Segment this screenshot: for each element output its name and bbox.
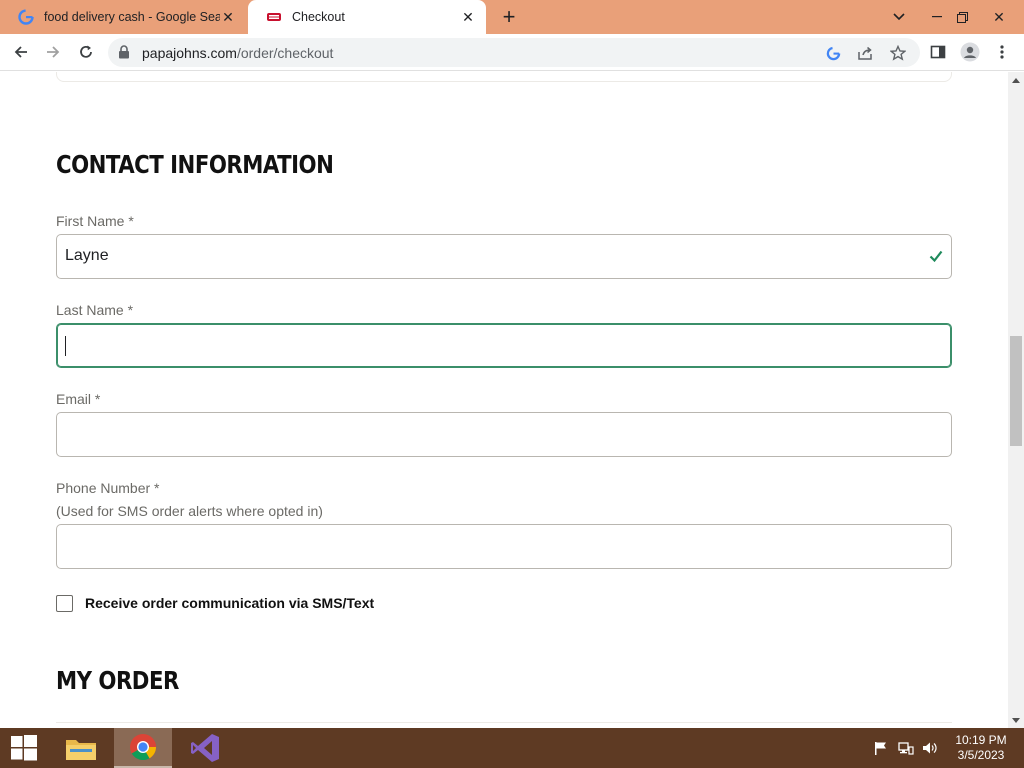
first-name-field[interactable]: Layne xyxy=(56,234,952,279)
tab-checkout[interactable]: Checkout ✕ xyxy=(248,0,486,34)
scroll-down-arrow-icon[interactable] xyxy=(1008,712,1024,728)
back-arrow-icon[interactable] xyxy=(9,40,33,64)
kebab-menu-icon[interactable] xyxy=(990,40,1014,64)
url-text: papajohns.com/order/checkout xyxy=(142,45,334,61)
volume-speaker-icon[interactable] xyxy=(921,728,939,768)
windows-start-icon[interactable] xyxy=(0,728,48,768)
network-icon[interactable] xyxy=(897,728,915,768)
address-bar[interactable]: papajohns.com/order/checkout xyxy=(108,38,920,67)
browser-tab-strip: food delivery cash - Google Sear ✕ Check… xyxy=(0,0,1024,34)
file-explorer-icon[interactable] xyxy=(57,728,105,768)
phone-number-sublabel: (Used for SMS order alerts where opted i… xyxy=(56,503,323,519)
previous-section-card xyxy=(56,72,952,82)
scroll-up-arrow-icon[interactable] xyxy=(1008,72,1024,88)
forward-arrow-icon[interactable] xyxy=(41,40,65,64)
action-center-flag-icon[interactable] xyxy=(872,728,890,768)
visual-studio-icon[interactable] xyxy=(180,728,230,768)
last-name-label: Last Name * xyxy=(56,302,134,318)
tab-google-search[interactable]: food delivery cash - Google Sear ✕ xyxy=(0,0,246,34)
email-field[interactable] xyxy=(56,412,952,457)
bookmark-star-icon[interactable] xyxy=(889,44,907,62)
close-tab-icon[interactable]: ✕ xyxy=(220,9,236,25)
page-scrollbar[interactable] xyxy=(1008,72,1024,728)
checkmark-icon xyxy=(929,249,943,263)
last-name-field[interactable] xyxy=(56,323,952,368)
lock-icon[interactable] xyxy=(118,45,132,59)
papa-johns-icon xyxy=(266,9,282,25)
tab-title: food delivery cash - Google Sear xyxy=(44,10,220,24)
sms-optin-label[interactable]: Receive order communication via SMS/Text xyxy=(85,595,374,611)
clock-date: 3/5/2023 xyxy=(957,748,1005,762)
google-lens-g-icon[interactable] xyxy=(824,44,842,62)
restore-icon[interactable] xyxy=(946,0,978,34)
scrollbar-thumb[interactable] xyxy=(1010,336,1022,446)
checkout-page: CONTACT INFORMATION First Name * Layne L… xyxy=(0,72,1008,728)
phone-number-label: Phone Number * xyxy=(56,480,160,496)
close-tab-icon[interactable]: ✕ xyxy=(460,9,476,25)
browser-toolbar: papajohns.com/order/checkout xyxy=(0,34,1024,71)
tab-title: Checkout xyxy=(292,10,345,24)
email-label: Email * xyxy=(56,391,101,407)
phone-number-field[interactable] xyxy=(56,524,952,569)
system-clock[interactable]: 10:19 PM 3/5/2023 xyxy=(950,733,1012,763)
clock-time: 10:19 PM xyxy=(955,733,1007,747)
first-name-value: Layne xyxy=(65,247,109,264)
tab-search-chevron-icon[interactable] xyxy=(883,0,915,34)
side-panel-icon[interactable] xyxy=(926,40,950,64)
first-name-label: First Name * xyxy=(56,213,134,229)
share-icon[interactable] xyxy=(856,44,874,62)
sms-optin-checkbox[interactable] xyxy=(56,595,73,612)
new-tab-plus-icon[interactable]: + xyxy=(498,6,520,28)
close-window-icon[interactable]: ✕ xyxy=(983,0,1015,34)
chrome-taskbar-icon[interactable] xyxy=(114,728,172,768)
text-cursor xyxy=(65,336,66,356)
profile-avatar-icon[interactable] xyxy=(958,40,982,64)
windows-taskbar: 10:19 PM 3/5/2023 xyxy=(0,728,1024,768)
contact-information-heading: CONTACT INFORMATION xyxy=(56,150,334,179)
my-order-heading: MY ORDER xyxy=(56,666,179,695)
google-g-icon xyxy=(18,9,34,25)
reload-icon[interactable] xyxy=(74,40,98,64)
